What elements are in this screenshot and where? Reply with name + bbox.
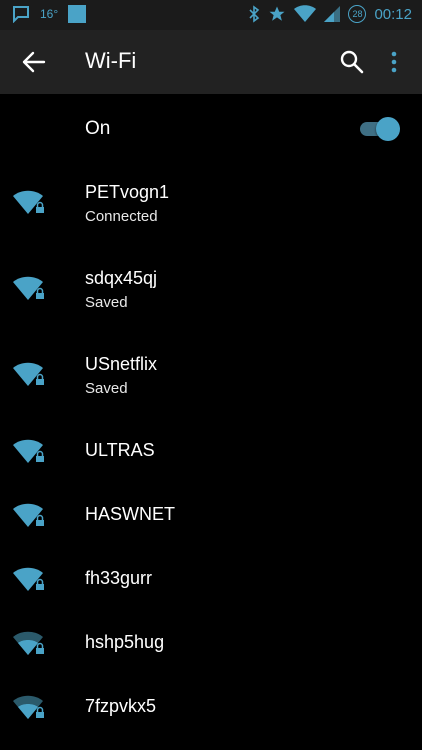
network-status: Saved — [85, 380, 128, 397]
wifi-signal-icon — [294, 5, 317, 23]
wifi-lock-icon — [13, 276, 44, 300]
wifi-lock-icon — [13, 567, 44, 591]
wifi-switch[interactable] — [360, 116, 400, 141]
network-ssid: hshp5hug — [85, 632, 165, 652]
network-status: Saved — [85, 294, 128, 311]
chat-icon — [12, 5, 30, 23]
app-square-icon — [68, 5, 87, 23]
wifi-lock-icon — [13, 439, 44, 463]
wifi-toggle-row[interactable]: On — [0, 94, 422, 162]
wifi-lock-weak-icon — [13, 631, 44, 655]
battery-icon: 28 — [348, 5, 367, 23]
search-button[interactable] — [338, 48, 366, 76]
temperature-readout: 16° — [40, 7, 59, 21]
overflow-menu-button[interactable] — [386, 48, 402, 76]
network-item[interactable]: sdqx45qj Saved — [0, 248, 422, 334]
network-ssid: PETvogn1 — [85, 182, 170, 202]
network-status: Connected — [85, 208, 158, 225]
wifi-lock-icon — [13, 190, 44, 214]
bluetooth-icon — [248, 5, 260, 23]
cell-signal-icon — [324, 5, 341, 23]
wifi-lock-icon — [13, 362, 44, 386]
wifi-lock-weak-icon — [13, 695, 44, 719]
back-button[interactable] — [18, 48, 48, 76]
network-item[interactable]: USnetflix Saved — [0, 334, 422, 420]
network-item[interactable]: PETvogn1 Connected — [0, 162, 422, 248]
network-item[interactable]: hshp5hug — [0, 612, 422, 676]
clock: 00:12 — [374, 5, 412, 23]
wifi-lock-icon — [13, 503, 44, 527]
network-ssid: 7fzpvkx5 — [85, 696, 157, 716]
overflow-menu-icon — [391, 51, 397, 73]
wifi-toggle-label: On — [85, 118, 111, 139]
network-ssid: sdqx45qj — [85, 268, 158, 288]
switch-thumb — [376, 117, 400, 141]
search-icon — [340, 50, 364, 74]
network-ssid: ULTRAS — [85, 440, 155, 460]
star-icon — [268, 5, 286, 23]
network-ssid: HASWNET — [85, 504, 175, 524]
back-arrow-icon — [22, 51, 46, 73]
page-title: Wi-Fi — [85, 48, 137, 73]
network-item[interactable]: ULTRAS — [0, 420, 422, 484]
network-ssid: USnetflix — [85, 354, 158, 374]
network-ssid: fh33gurr — [85, 568, 153, 588]
network-item[interactable]: fh33gurr — [0, 548, 422, 612]
network-item[interactable]: 7fzpvkx5 — [0, 676, 422, 740]
app-bar: Wi-Fi — [0, 30, 422, 94]
network-list: PETvogn1 Connected sdqx45qj Saved USnetf… — [0, 162, 422, 740]
status-bar: 16° 28 00:12 — [0, 0, 422, 30]
network-item[interactable]: HASWNET — [0, 484, 422, 548]
